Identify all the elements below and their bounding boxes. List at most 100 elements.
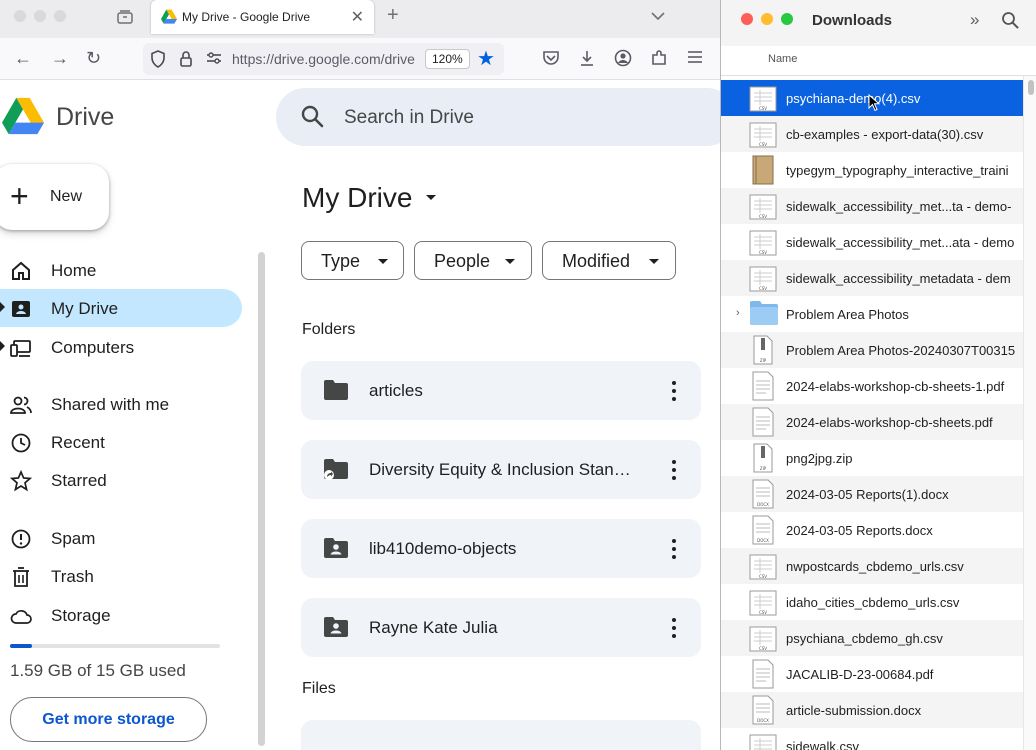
folder-item[interactable]: Rayne Kate Julia: [301, 598, 701, 657]
chevron-down-icon[interactable]: [650, 10, 666, 22]
csv-file-icon: CSV: [749, 731, 777, 750]
folder-item[interactable]: articles: [301, 361, 701, 420]
more-options-icon[interactable]: [669, 536, 679, 562]
file-row[interactable]: typegym_typography_interactive_traini: [721, 152, 1023, 188]
title-dropdown-icon[interactable]: [426, 195, 436, 200]
search-bar[interactable]: Search in Drive: [276, 88, 720, 146]
file-row[interactable]: CSV sidewalk.csv: [721, 728, 1023, 750]
account-icon[interactable]: [614, 49, 632, 67]
extensions-icon[interactable]: [650, 49, 668, 67]
get-more-storage-button[interactable]: Get more storage: [10, 697, 207, 742]
search-icon[interactable]: [300, 104, 324, 128]
file-row[interactable]: CSV cb-examples - export-data(30).csv: [721, 116, 1023, 152]
url-bar[interactable]: https://drive.google.com/drive 120% ★: [143, 43, 504, 75]
sidebar-item-spam[interactable]: Spam: [0, 519, 242, 557]
sidebar-item-label: My Drive: [51, 299, 119, 318]
more-options-icon[interactable]: [669, 378, 679, 404]
sidebar-item-storage[interactable]: Storage: [0, 596, 242, 634]
file-row[interactable]: DOCX article-submission.docx: [721, 692, 1023, 728]
expand-arrow-icon[interactable]: [0, 302, 5, 312]
filter-label: Type: [321, 251, 361, 271]
sidebar-item-shared-with-me[interactable]: Shared with me: [0, 385, 242, 423]
file-row[interactable]: CSV idaho_cities_cbdemo_urls.csv: [721, 584, 1023, 620]
tab-my-drive[interactable]: My Drive - Google Drive ✕: [151, 0, 374, 34]
close-window-button[interactable]: [14, 10, 26, 22]
folder-name: Rayne Kate Julia: [369, 618, 498, 637]
minimize-window-button[interactable]: [761, 13, 773, 25]
finder-window: Downloads » Name CSV psychiana-demo(4).cs…: [720, 0, 1036, 750]
filter-type[interactable]: Type: [301, 241, 404, 280]
shortcut-folder-icon: [324, 459, 348, 480]
forward-icon[interactable]: →: [51, 48, 69, 68]
finder-scrollbar[interactable]: [1023, 76, 1036, 750]
finder-toolbar: Downloads »: [721, 0, 1036, 46]
zoom-indicator[interactable]: 120%: [425, 49, 470, 69]
search-icon[interactable]: [1001, 11, 1019, 29]
csv-file-icon: CSV: [749, 191, 777, 221]
app-name[interactable]: Drive: [56, 103, 114, 132]
csv-file-icon: CSV: [749, 263, 777, 293]
file-row[interactable]: 2024-elabs-workshop-cb-sheets.pdf: [721, 404, 1023, 440]
minimize-window-button[interactable]: [34, 10, 46, 22]
sidebar-scrollbar[interactable]: [258, 252, 265, 746]
filter-people[interactable]: People: [414, 241, 532, 280]
file-row[interactable]: CSV nwpostcards_cbdemo_urls.csv: [721, 548, 1023, 584]
more-toolbar-items-icon[interactable]: »: [970, 10, 979, 30]
expand-arrow-icon[interactable]: [0, 341, 5, 351]
folder-item[interactable]: lib410demo-objects: [301, 519, 701, 578]
file-row[interactable]: ZIP png2jpg.zip: [721, 440, 1023, 476]
caret-down-icon: [649, 259, 659, 264]
reload-icon[interactable]: ↻: [86, 48, 101, 68]
file-name: Problem Area Photos-20240307T00315: [786, 343, 1016, 358]
sidebar-item-recent[interactable]: Recent: [0, 423, 242, 461]
tab-close-icon[interactable]: ✕: [351, 7, 364, 27]
url-text[interactable]: https://drive.google.com/drive: [232, 51, 418, 67]
tab-list-icon[interactable]: [116, 9, 134, 25]
pocket-icon[interactable]: [542, 50, 560, 66]
bookmark-star-icon[interactable]: ★: [477, 46, 495, 71]
file-row[interactable]: JACALIB-D-23-00684.pdf: [721, 656, 1023, 692]
shield-icon[interactable]: [150, 50, 166, 68]
more-options-icon[interactable]: [669, 615, 679, 641]
file-row[interactable]: CSV sidewalk_accessibility_metadata - dem: [721, 260, 1023, 296]
file-item[interactable]: [301, 720, 701, 750]
sidebar-item-trash[interactable]: Trash: [0, 557, 242, 595]
permissions-icon[interactable]: [205, 50, 223, 66]
column-header-name[interactable]: Name: [721, 46, 1036, 76]
sidebar-item-computers[interactable]: Computers: [0, 328, 242, 366]
file-row[interactable]: › Problem Area Photos: [721, 296, 1023, 332]
new-button[interactable]: + New: [0, 164, 109, 230]
menu-icon[interactable]: [687, 50, 703, 64]
file-name: psychiana-demo(4).csv: [786, 91, 921, 106]
pdf-file-icon: [749, 371, 777, 401]
file-row[interactable]: 2024-elabs-workshop-cb-sheets-1.pdf: [721, 368, 1023, 404]
download-icon[interactable]: [578, 49, 596, 67]
sidebar-item-my-drive[interactable]: My Drive: [0, 289, 242, 327]
zoom-window-button[interactable]: [54, 10, 66, 22]
close-window-button[interactable]: [741, 13, 753, 25]
folder-item[interactable]: Diversity Equity & Inclusion Stan…: [301, 440, 701, 499]
file-row[interactable]: CSV sidewalk_accessibility_met...ata - de…: [721, 224, 1023, 260]
svg-text:DOCX: DOCX: [757, 718, 769, 723]
sidebar-item-home[interactable]: Home: [0, 251, 242, 289]
file-row[interactable]: CSV psychiana_cbdemo_gh.csv: [721, 620, 1023, 656]
svg-text:CSV: CSV: [759, 142, 767, 147]
get-more-storage-label: Get more storage: [42, 711, 175, 728]
lock-icon[interactable]: [179, 50, 193, 68]
page-title[interactable]: My Drive: [302, 182, 412, 214]
drive-logo-icon[interactable]: [2, 97, 44, 135]
zoom-window-button[interactable]: [781, 13, 793, 25]
more-options-icon[interactable]: [669, 457, 679, 483]
file-row[interactable]: ZIP Problem Area Photos-20240307T00315: [721, 332, 1023, 368]
search-input[interactable]: Search in Drive: [344, 107, 474, 129]
file-row[interactable]: CSV sidewalk_accessibility_met...ta - dem…: [721, 188, 1023, 224]
disclosure-triangle-icon[interactable]: ›: [736, 307, 740, 319]
sidebar-item-starred[interactable]: Starred: [0, 461, 242, 499]
file-row[interactable]: DOCX 2024-03-05 Reports(1).docx: [721, 476, 1023, 512]
new-tab-icon[interactable]: +: [387, 5, 399, 25]
file-row[interactable]: DOCX 2024-03-05 Reports.docx: [721, 512, 1023, 548]
star-icon: [10, 470, 32, 492]
finder-scrollbar-thumb[interactable]: [1028, 80, 1034, 95]
filter-modified[interactable]: Modified: [542, 241, 676, 280]
back-icon[interactable]: ←: [14, 48, 32, 68]
